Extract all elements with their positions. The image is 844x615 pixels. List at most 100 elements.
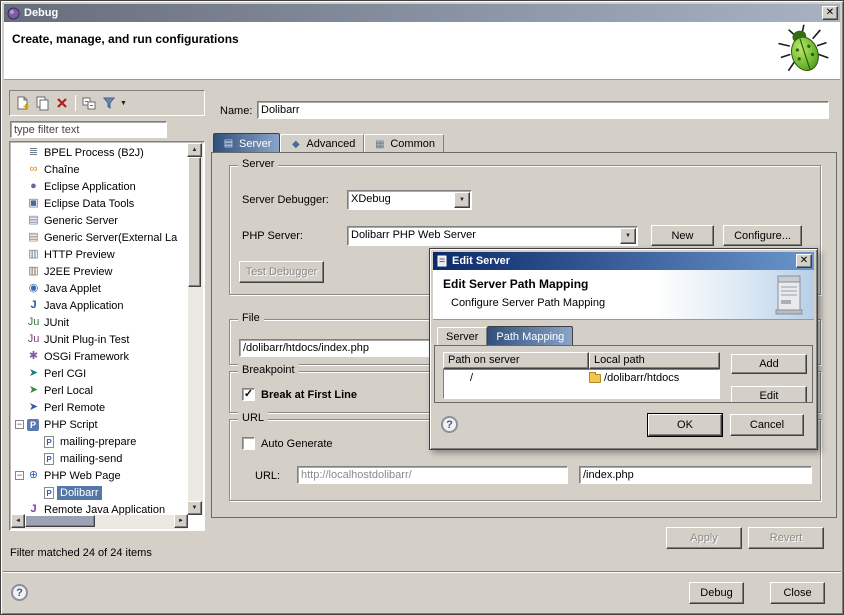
tree-item-label: Generic Server(External La <box>41 231 180 245</box>
tree-item[interactable]: ▤Generic Server <box>11 212 188 229</box>
filter-menu-chevron-icon[interactable]: ▼ <box>120 100 129 107</box>
perl-remote-icon: ➤ <box>26 400 41 415</box>
chevron-down-icon[interactable]: ▼ <box>454 192 470 208</box>
tree-item[interactable]: ➤Perl Remote <box>11 399 188 416</box>
collapse-all-icon[interactable] <box>80 94 98 112</box>
delete-configuration-icon[interactable] <box>53 94 71 112</box>
tree-item[interactable]: JuJUnit <box>11 314 188 331</box>
add-mapping-button[interactable]: Add <box>731 354 807 374</box>
cancel-button[interactable]: Cancel <box>730 414 804 436</box>
config-tree: ≣BPEL Process (B2J)∞Chaîne●Eclipse Appli… <box>11 144 188 515</box>
tree-item[interactable]: ◉Java Applet <box>11 280 188 297</box>
php-server-label: PHP Server: <box>242 230 303 242</box>
tree-item[interactable]: JRemote Java Application <box>11 501 188 515</box>
scroll-left-icon[interactable]: ◄ <box>11 514 25 528</box>
java-application-icon: J <box>26 298 41 313</box>
close-button[interactable]: Close <box>770 582 825 604</box>
chevron-down-icon[interactable]: ▼ <box>620 228 636 244</box>
duplicate-configuration-icon[interactable] <box>33 94 51 112</box>
tree-toolbar: ▼ <box>9 90 205 116</box>
tab-common[interactable]: ▦Common <box>364 134 444 153</box>
tree-item[interactable]: ∞Chaîne <box>11 161 188 178</box>
help-icon[interactable]: ? <box>11 584 28 601</box>
tree-item[interactable]: ≣BPEL Process (B2J) <box>11 144 188 161</box>
tree-item[interactable]: PDolibarr <box>11 484 188 501</box>
url-group-title: URL <box>238 412 268 424</box>
tree-item[interactable]: ▤Generic Server(External La <box>11 229 188 246</box>
table-row[interactable]: / /dolibarr/htdocs <box>444 370 719 386</box>
auto-generate-checkbox[interactable] <box>242 437 255 450</box>
path-mapping-table[interactable]: Path on serverLocal path / /dolibarr/htdo… <box>443 352 720 399</box>
break-first-line-checkbox[interactable]: ✓ <box>242 388 255 401</box>
tree-item-label: PHP Script <box>41 418 101 432</box>
java-applet-icon: ◉ <box>26 281 41 296</box>
tree-item[interactable]: Pmailing-prepare <box>11 433 188 450</box>
tab-advanced[interactable]: ◆Advanced <box>280 134 364 153</box>
base-url-input[interactable] <box>297 466 568 484</box>
vertical-scroll-thumb[interactable] <box>188 157 201 287</box>
local-path-cell: /dolibarr/htdocs <box>604 372 679 384</box>
tree-item[interactable]: JJava Application <box>11 297 188 314</box>
revert-button[interactable]: Revert <box>748 527 824 549</box>
scroll-down-icon[interactable]: ▼ <box>187 501 202 515</box>
php-server-combo[interactable]: Dolibarr PHP Web Server ▼ <box>347 226 638 246</box>
scroll-up-icon[interactable]: ▲ <box>187 143 202 157</box>
tree-item[interactable]: ➤Perl CGI <box>11 365 188 382</box>
table-column-header[interactable]: Path on server <box>443 352 589 369</box>
tab-server[interactable]: ▤Server <box>213 133 280 153</box>
tree-horizontal-scrollbar[interactable]: ◄ ► <box>11 515 188 529</box>
url-path-input[interactable] <box>579 466 812 484</box>
tree-item[interactable]: ✱OSGi Framework <box>11 348 188 365</box>
window-close-icon[interactable]: ✕ <box>822 6 838 20</box>
ok-button[interactable]: OK <box>648 414 722 436</box>
dialog-title-bar[interactable]: Edit Server ✕ <box>433 252 814 270</box>
tree-item[interactable]: ▥HTTP Preview <box>11 246 188 263</box>
name-input[interactable] <box>257 101 829 119</box>
dialog-close-icon[interactable]: ✕ <box>796 254 812 268</box>
tree-item[interactable]: ➤Perl Local <box>11 382 188 399</box>
tab-label: Server <box>446 331 478 343</box>
tree-item[interactable]: −PPHP Script <box>11 416 188 433</box>
server-debugger-combo[interactable]: XDebug ▼ <box>347 190 472 210</box>
common-tab-icon: ▦ <box>373 137 386 152</box>
apply-button[interactable]: Apply <box>666 527 742 549</box>
tree-item-label: Perl Remote <box>41 401 108 415</box>
filter-icon[interactable] <box>100 94 118 112</box>
tree-item[interactable]: −⊕PHP Web Page <box>11 467 188 484</box>
tree-item[interactable]: ▥J2EE Preview <box>11 263 188 280</box>
tree-item-label: Remote Java Application <box>41 503 168 516</box>
server-path-cell: / <box>444 372 589 384</box>
dialog-subheading: Configure Server Path Mapping <box>451 297 605 309</box>
php-web-page-icon: ⊕ <box>26 468 41 483</box>
configure-server-button[interactable]: Configure... <box>723 225 802 246</box>
remote-java-icon: J <box>26 502 41 515</box>
collapse-handle-icon[interactable]: − <box>15 420 24 429</box>
horizontal-scroll-thumb[interactable] <box>25 515 95 527</box>
dialog-help-icon[interactable]: ? <box>441 416 458 433</box>
filter-input[interactable] <box>10 121 167 138</box>
filter-status: Filter matched 24 of 24 items <box>10 547 152 559</box>
perl-cgi-icon: ➤ <box>26 366 41 381</box>
scroll-right-icon[interactable]: ► <box>174 514 188 528</box>
dialog-icon <box>436 255 448 267</box>
tree-item[interactable]: Pmailing-send <box>11 450 188 467</box>
tree-item[interactable]: ●Eclipse Application <box>11 178 188 195</box>
debug-button[interactable]: Debug <box>689 582 744 604</box>
tree-item[interactable]: ▣Eclipse Data Tools <box>11 195 188 212</box>
tree-vertical-scrollbar[interactable]: ▲ ▼ <box>188 143 203 515</box>
tree-item-label: PHP Web Page <box>41 469 124 483</box>
collapse-handle-icon[interactable]: − <box>15 471 24 480</box>
php-file-icon: P <box>44 436 54 448</box>
tab-server[interactable]: Server <box>437 327 487 346</box>
table-column-header[interactable]: Local path <box>589 352 720 369</box>
tab-path-mapping[interactable]: Path Mapping <box>487 326 573 346</box>
tree-item[interactable]: JuJUnit Plug-in Test <box>11 331 188 348</box>
auto-generate-label: Auto Generate <box>261 438 333 450</box>
test-debugger-button[interactable]: Test Debugger <box>239 261 324 283</box>
edit-mapping-button[interactable]: Edit <box>731 386 807 403</box>
tree-item-label: JUnit <box>41 316 72 330</box>
title-bar[interactable]: Debug ✕ <box>4 4 840 22</box>
new-server-button[interactable]: New <box>651 225 714 246</box>
tree-item-label: JUnit Plug-in Test <box>41 333 132 347</box>
new-configuration-icon[interactable] <box>13 94 31 112</box>
